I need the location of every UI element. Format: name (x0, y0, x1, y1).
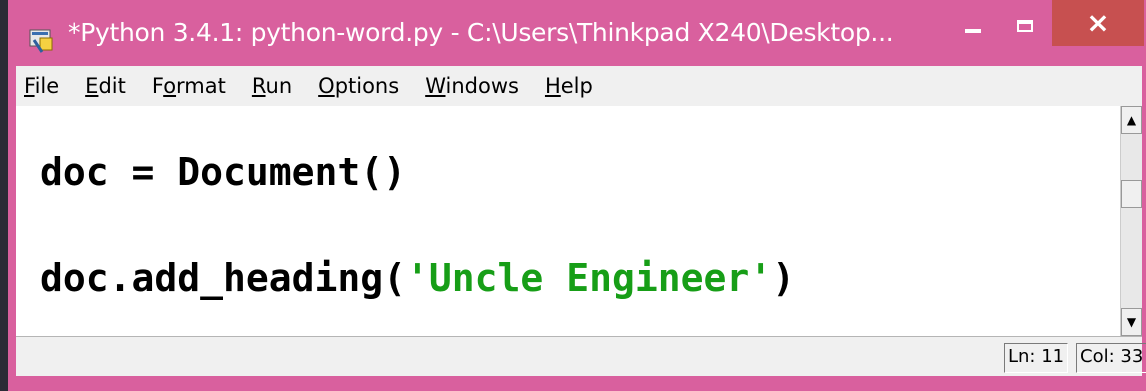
scroll-down-button[interactable]: ▼ (1121, 308, 1142, 336)
menu-windows[interactable]: Windows (425, 74, 519, 98)
window-title: *Python 3.4.1: python-word.py - C:\Users… (68, 18, 894, 47)
menu-run[interactable]: Run (252, 74, 292, 98)
code-text: ) (772, 256, 795, 300)
close-button[interactable]: × (1052, 0, 1144, 46)
menu-file[interactable]: File (24, 74, 59, 98)
menu-help[interactable]: Help (545, 74, 593, 98)
code-line-2[interactable]: doc.add_heading('Uncle Engineer') (40, 256, 795, 300)
idle-window: *Python 3.4.1: python-word.py - C:\Users… (8, 0, 1146, 391)
python-idle-icon (29, 29, 53, 53)
menu-options[interactable]: Options (318, 74, 399, 98)
arrow-up-icon: ▲ (1126, 113, 1137, 127)
title-bar[interactable]: *Python 3.4.1: python-word.py - C:\Users… (8, 0, 1146, 66)
code-text: doc.add_heading( (40, 256, 407, 300)
code-line-1[interactable]: doc = Document() (40, 150, 406, 194)
menu-format[interactable]: Format (152, 74, 226, 98)
close-icon: × (1086, 6, 1110, 39)
minimize-icon (965, 29, 981, 33)
menu-edit[interactable]: Edit (85, 74, 126, 98)
scroll-up-button[interactable]: ▲ (1121, 106, 1142, 134)
minimize-button[interactable] (950, 6, 996, 46)
menu-bar: File Edit Format Run Options Windows Hel… (16, 66, 1142, 106)
arrow-down-icon: ▼ (1126, 315, 1137, 329)
scroll-thumb[interactable] (1121, 180, 1142, 208)
string-literal: 'Uncle Engineer' (406, 256, 773, 300)
maximize-icon (1017, 20, 1033, 32)
line-number-indicator: Ln: 11 (1004, 343, 1069, 373)
column-number-indicator: Col: 33 (1076, 343, 1146, 373)
status-bar: Ln: 11 Col: 33 (16, 336, 1146, 376)
vertical-scrollbar[interactable]: ▲ ▼ (1120, 106, 1142, 336)
code-editor[interactable]: doc = Document() doc.add_heading('Uncle … (16, 106, 1120, 336)
maximize-button[interactable] (1002, 6, 1048, 46)
